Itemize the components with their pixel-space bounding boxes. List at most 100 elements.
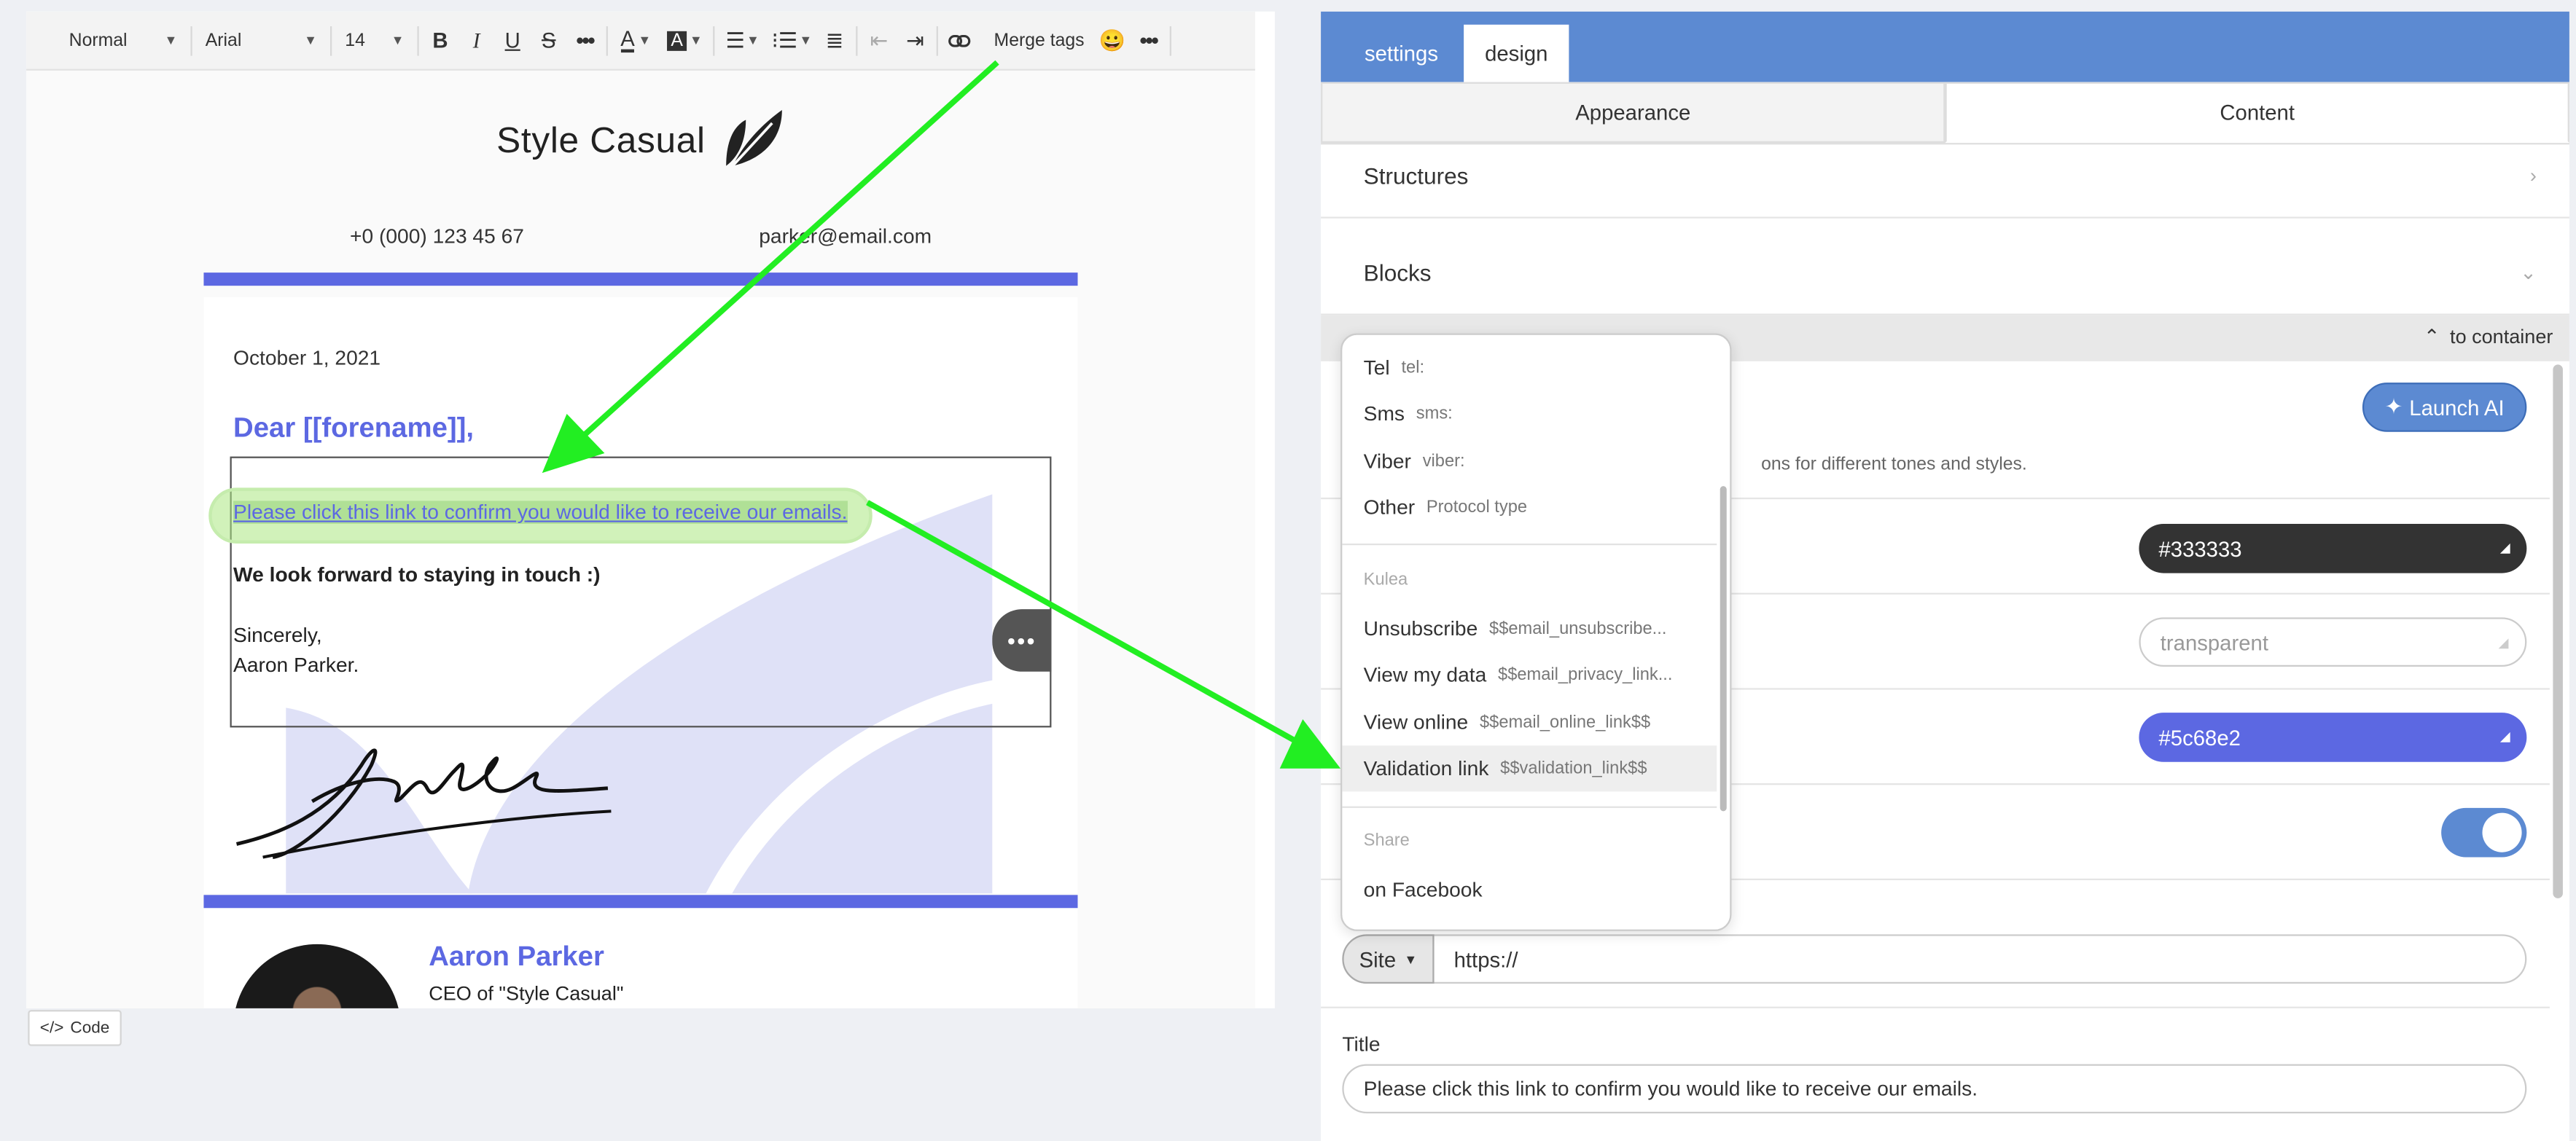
strikethrough-icon[interactable]: S — [531, 22, 567, 58]
signature-name: Aaron Parker — [429, 941, 604, 973]
leaf-icon — [722, 106, 785, 179]
paragraph-style-select[interactable]: Normal ▼ — [26, 12, 187, 69]
accent-bar-top — [203, 272, 1078, 286]
link-toggle-switch[interactable] — [2441, 807, 2527, 858]
link-url-group: Site ▼ — [1342, 934, 2527, 984]
line-height-icon[interactable]: ≣ — [816, 22, 853, 58]
email-canvas: Style Casual +0 (000) 123 45 67 parker@e… — [26, 70, 1255, 1008]
dropdown-item-label: Validation link — [1363, 757, 1489, 780]
dropdown-item-label: View my data — [1363, 663, 1487, 687]
accent-bar-bottom — [203, 895, 1078, 909]
emoji-icon[interactable]: 😀 — [1094, 22, 1131, 58]
picker-corner-icon: ◢ — [2499, 540, 2510, 555]
chevron-up-icon: ⌃ — [2423, 325, 2440, 348]
dropdown-group-kulea: Kulea — [1363, 570, 1408, 590]
email-greeting: Dear [[forename]], — [233, 412, 475, 444]
dropdown-item-facebook[interactable]: on Facebook — [1342, 867, 1717, 913]
to-container-label: to container — [2450, 325, 2553, 348]
underline-icon[interactable]: U — [494, 22, 531, 58]
dropdown-item-value: $$email_unsubscribe... — [1489, 619, 1667, 639]
signature-card: Aaron Parker CEO of "Style Casual" — [203, 908, 1078, 1008]
toolbar-divider — [713, 25, 715, 55]
background-color-value: transparent — [2160, 630, 2268, 655]
launch-ai-label: Launch AI — [2409, 395, 2505, 420]
picker-corner-icon: ◢ — [2498, 635, 2509, 651]
dropdown-item-label: Sms — [1363, 402, 1405, 426]
signature-title: CEO of "Style Casual" — [429, 981, 624, 1005]
merge-tags-button[interactable]: Merge tags — [977, 12, 1094, 69]
tab-design[interactable]: design — [1464, 24, 1569, 82]
section-blocks[interactable]: Blocks ⌄ — [1321, 230, 2569, 315]
launch-ai-button[interactable]: ✦ Launch AI — [2362, 383, 2527, 432]
align-left-icon[interactable]: ☰ ▼ — [718, 22, 768, 58]
to-container-button[interactable]: ⌃ to container — [2424, 325, 2553, 348]
dropdown-item-validation-link[interactable]: Validation link $$validation_link$$ — [1342, 745, 1717, 792]
indent-icon[interactable]: ⇥ — [897, 22, 934, 58]
link-type-value: Site — [1359, 946, 1397, 972]
code-button-label: Code — [70, 1019, 110, 1038]
title-input[interactable] — [1342, 1064, 2527, 1114]
dropdown-item-other[interactable]: Other Protocol type — [1342, 485, 1717, 530]
tab-settings[interactable]: settings — [1344, 25, 1459, 82]
title-label: Title — [1342, 1032, 1381, 1056]
link-icon[interactable] — [941, 22, 977, 58]
dropdown-item-view-online[interactable]: View online $$email_online_link$$ — [1342, 699, 1717, 745]
font-size-select[interactable]: 14 ▼ — [335, 12, 414, 69]
code-button[interactable]: </> Code — [28, 1010, 122, 1046]
section-blocks-label: Blocks — [1363, 258, 1432, 286]
link-color-picker[interactable]: #5c68e2 ◢ — [2139, 713, 2527, 762]
confirm-link[interactable]: Please click this link to confirm you wo… — [233, 501, 848, 524]
more-options-icon[interactable]: ••• — [1131, 22, 1167, 58]
chevron-right-icon: › — [2529, 163, 2537, 187]
panel-scrollbar[interactable] — [2553, 364, 2563, 898]
brand-logo: Style Casual — [26, 106, 1255, 179]
toolbar-divider — [330, 25, 332, 55]
code-icon: </> — [39, 1019, 64, 1038]
section-structures-label: Structures — [1363, 161, 1469, 189]
link-type-select[interactable]: Site ▼ — [1342, 934, 1435, 984]
paragraph-style-value: Normal — [69, 30, 128, 50]
dropdown-item-value: Protocol type — [1426, 497, 1528, 517]
header-phone: +0 (000) 123 45 67 — [350, 224, 524, 248]
brand-name: Style Casual — [496, 119, 706, 161]
toolbar-divider — [936, 25, 938, 55]
text-color-icon[interactable]: A ▼ — [611, 22, 660, 58]
dropdown-item-tel[interactable]: Tel tel: — [1342, 345, 1717, 391]
merge-tags-label: Merge tags — [994, 30, 1085, 50]
ai-hint-text: ons for different tones and styles. — [1761, 455, 2027, 475]
email-date: October 1, 2021 — [233, 346, 381, 370]
dropdown-item-view-my-data[interactable]: View my data $$email_privacy_link... — [1342, 652, 1717, 698]
dropdown-item-label: Unsubscribe — [1363, 617, 1478, 640]
dropdown-item-unsubscribe[interactable]: Unsubscribe $$email_unsubscribe... — [1342, 606, 1717, 652]
toolbar-divider — [417, 25, 419, 55]
background-color-picker[interactable]: transparent ◢ — [2139, 617, 2527, 667]
text-color-picker[interactable]: #333333 ◢ — [2139, 523, 2527, 573]
italic-icon[interactable]: I — [458, 22, 495, 58]
dropdown-item-label: Other — [1363, 495, 1416, 519]
chevron-down-icon: ▼ — [1404, 952, 1418, 967]
font-family-select[interactable]: Arial ▼ — [195, 12, 327, 69]
dropdown-item-value: sms: — [1416, 404, 1453, 424]
email-signoff-name: Aaron Parker. — [233, 654, 359, 677]
toolbar-divider — [856, 25, 858, 55]
toolbar-divider — [190, 25, 192, 55]
section-structures[interactable]: Structures › — [1321, 133, 2569, 219]
outdent-icon[interactable]: ⇤ — [861, 22, 897, 58]
bold-icon[interactable]: B — [422, 22, 458, 58]
font-size-value: 14 — [345, 30, 365, 50]
dropdown-item-value: tel: — [1401, 358, 1425, 378]
highlight-color-icon[interactable]: A ▼ — [660, 22, 710, 58]
chevron-down-icon: ▼ — [304, 33, 317, 48]
url-input[interactable] — [1434, 936, 2526, 982]
dropdown-item-viber[interactable]: Viber viber: — [1342, 439, 1717, 485]
chevron-down-icon: ▼ — [391, 33, 405, 48]
dropdown-scrollbar[interactable] — [1720, 486, 1727, 812]
bullet-list-icon[interactable]: ⁝☰ ▼ — [768, 22, 817, 58]
dropdown-item-sms[interactable]: Sms sms: — [1342, 391, 1717, 436]
dropdown-item-label: on Facebook — [1363, 878, 1483, 902]
dropdown-item-label: Viber — [1363, 450, 1411, 474]
block-more-handle[interactable]: ••• — [992, 609, 1052, 672]
more-format-icon[interactable]: ••• — [567, 22, 604, 58]
panel-tabs: settings design — [1321, 11, 2569, 82]
header-email: parker@email.com — [759, 224, 932, 248]
